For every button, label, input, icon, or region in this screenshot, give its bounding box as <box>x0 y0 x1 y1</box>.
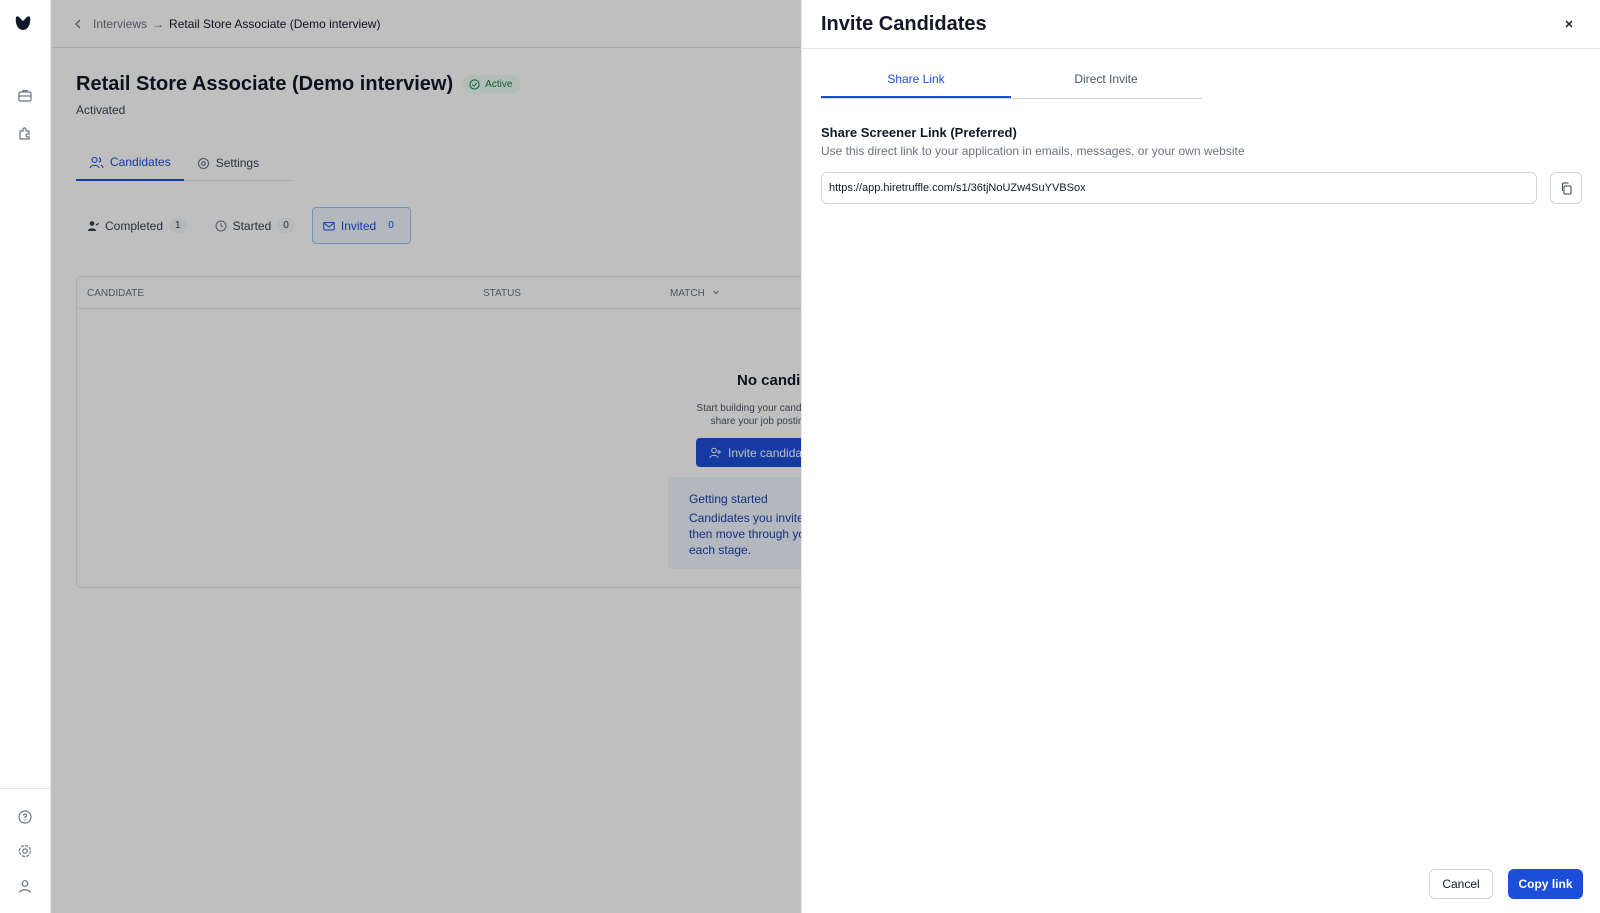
gear-icon[interactable] <box>17 843 33 859</box>
puzzle-icon[interactable] <box>17 125 33 141</box>
app-logo-icon[interactable] <box>14 14 32 32</box>
modal-backdrop[interactable] <box>51 0 801 913</box>
tab-share-link[interactable]: Share Link <box>821 62 1011 98</box>
share-link-description: Use this direct link to your application… <box>821 144 1245 158</box>
left-nav-rail <box>0 0 51 913</box>
rail-divider <box>0 788 50 789</box>
share-link-input[interactable] <box>821 172 1537 204</box>
copy-icon <box>1561 182 1571 194</box>
copy-link-button[interactable]: Copy link <box>1508 869 1583 899</box>
briefcase-icon[interactable] <box>17 87 33 103</box>
cancel-button[interactable]: Cancel <box>1429 869 1493 899</box>
share-link-heading: Share Screener Link (Preferred) <box>821 125 1017 140</box>
close-icon[interactable] <box>1562 17 1576 31</box>
drawer-title: Invite Candidates <box>821 12 987 35</box>
drawer-header: Invite Candidates <box>802 0 1600 49</box>
drawer-tabs: Share Link Direct Invite <box>821 62 1202 99</box>
user-icon[interactable] <box>17 878 33 894</box>
tab-direct-invite[interactable]: Direct Invite <box>1011 62 1201 98</box>
invite-candidates-drawer: Invite Candidates Share Link Direct Invi… <box>801 0 1600 913</box>
help-icon[interactable] <box>17 809 33 825</box>
copy-link-icon-button[interactable] <box>1550 172 1582 204</box>
